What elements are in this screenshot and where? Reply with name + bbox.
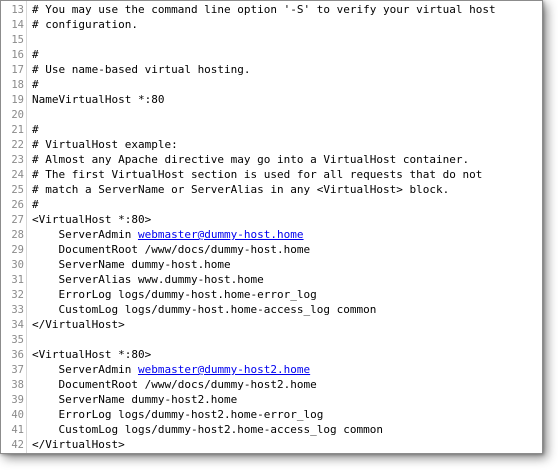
code-line[interactable]: 19 NameVirtualHost *:80	[1, 92, 542, 107]
line-number: 16	[11, 49, 24, 61]
line-number: 33	[11, 304, 24, 316]
line-number: 19	[11, 94, 24, 106]
code-line[interactable]: 16 #	[1, 47, 542, 62]
code-text: #	[32, 78, 39, 91]
code-line[interactable]: 42 </VirtualHost>	[1, 437, 542, 452]
code-line[interactable]: 35	[1, 332, 542, 347]
code-text: DocumentRoot /www/docs/dummy-host.home	[32, 243, 311, 256]
line-number: 38	[11, 379, 24, 391]
code-text: # The first VirtualHost section is used …	[32, 168, 483, 181]
code-line[interactable]: 13 # You may use the command line option …	[1, 2, 542, 17]
code-text: # VirtualHost example:	[32, 138, 178, 151]
code-text: # configuration.	[32, 18, 138, 31]
line-number: 22	[11, 139, 24, 151]
line-number: 23	[11, 154, 24, 166]
line-number: 13	[11, 4, 24, 16]
code-text: #	[32, 48, 39, 61]
line-number: 32	[11, 289, 24, 301]
code-text: #	[32, 123, 39, 136]
code-editor-window: 13 # You may use the command line option …	[0, 0, 543, 454]
code-line[interactable]: 38 DocumentRoot /www/docs/dummy-host2.ho…	[1, 377, 542, 392]
line-number: 21	[11, 124, 24, 136]
code-text: CustomLog logs/dummy-host2.home-access_l…	[32, 423, 383, 436]
code-line[interactable]: 22 # VirtualHost example:	[1, 137, 542, 152]
code-line[interactable]: 23 # Almost any Apache directive may go i…	[1, 152, 542, 167]
code-text: # Use name-based virtual hosting.	[32, 63, 251, 76]
line-number: 41	[11, 424, 24, 436]
line-number: 27	[11, 214, 24, 226]
code-text: ServerAdmin	[32, 228, 138, 241]
line-number: 24	[11, 169, 24, 181]
code-line[interactable]: 27 <VirtualHost *:80>	[1, 212, 542, 227]
line-number: 17	[11, 64, 24, 76]
line-number: 20	[11, 109, 24, 121]
line-number: 14	[11, 19, 24, 31]
code-text: DocumentRoot /www/docs/dummy-host2.home	[32, 378, 317, 391]
code-line[interactable]: 17 # Use name-based virtual hosting.	[1, 62, 542, 77]
code-text: ErrorLog logs/dummy-host2.home-error_log	[32, 408, 324, 421]
code-line[interactable]: 18 #	[1, 77, 542, 92]
code-line[interactable]: 24 # The first VirtualHost section is use…	[1, 167, 542, 182]
line-number: 39	[11, 394, 24, 406]
code-line[interactable]: 20	[1, 107, 542, 122]
code-line[interactable]: 14 # configuration.	[1, 17, 542, 32]
code-text: <VirtualHost *:80>	[32, 213, 152, 226]
code-line[interactable]: 41 CustomLog logs/dummy-host2.home-acces…	[1, 422, 542, 437]
line-number: 36	[11, 349, 24, 361]
line-number: 34	[11, 319, 24, 331]
code-line[interactable]: 40 ErrorLog logs/dummy-host2.home-error_…	[1, 407, 542, 422]
line-number: 40	[11, 409, 24, 421]
code-lines: 13 # You may use the command line option …	[1, 2, 542, 452]
line-number: 35	[11, 334, 24, 346]
code-line[interactable]: 36 <VirtualHost *:80>	[1, 347, 542, 362]
code-line[interactable]: 28 ServerAdmin webmaster@dummy-host.home	[1, 227, 542, 242]
code-line[interactable]: 30 ServerName dummy-host.home	[1, 257, 542, 272]
line-number: 30	[11, 259, 24, 271]
code-text: # You may use the command line option '-…	[32, 3, 496, 16]
code-line[interactable]: 33 CustomLog logs/dummy-host.home-access…	[1, 302, 542, 317]
code-line[interactable]: 21 #	[1, 122, 542, 137]
code-line[interactable]: 31 ServerAlias www.dummy-host.home	[1, 272, 542, 287]
code-text: </VirtualHost>	[32, 438, 125, 451]
code-line[interactable]: 34 </VirtualHost>	[1, 317, 542, 332]
code-text: ServerAlias www.dummy-host.home	[32, 273, 264, 286]
code-text: </VirtualHost>	[32, 318, 125, 331]
line-number: 28	[11, 229, 24, 241]
email-link[interactable]: webmaster@dummy-host2.home	[138, 363, 310, 376]
line-number: 29	[11, 244, 24, 256]
code-line[interactable]: 15	[1, 32, 542, 47]
code-line[interactable]: 32 ErrorLog logs/dummy-host.home-error_l…	[1, 287, 542, 302]
line-number: 25	[11, 184, 24, 196]
code-text: # match a ServerName or ServerAlias in a…	[32, 183, 450, 196]
code-line[interactable]: 29 DocumentRoot /www/docs/dummy-host.hom…	[1, 242, 542, 257]
code-text: ServerAdmin	[32, 363, 138, 376]
line-number: 18	[11, 79, 24, 91]
code-text: <VirtualHost *:80>	[32, 348, 152, 361]
code-line[interactable]: 39 ServerName dummy-host2.home	[1, 392, 542, 407]
code-text: ErrorLog logs/dummy-host.home-error_log	[32, 288, 317, 301]
line-number: 26	[11, 199, 24, 211]
code-line[interactable]: 25 # match a ServerName or ServerAlias in…	[1, 182, 542, 197]
line-number: 37	[11, 364, 24, 376]
email-link[interactable]: webmaster@dummy-host.home	[138, 228, 304, 241]
line-number: 31	[11, 274, 24, 286]
code-text: ServerName dummy-host.home	[32, 258, 231, 271]
code-line[interactable]: 37 ServerAdmin webmaster@dummy-host2.hom…	[1, 362, 542, 377]
code-line[interactable]: 26 #	[1, 197, 542, 212]
code-text: ServerName dummy-host2.home	[32, 393, 238, 406]
code-text: #	[32, 198, 39, 211]
code-text: NameVirtualHost *:80	[32, 93, 165, 106]
code-text: # Almost any Apache directive may go int…	[32, 153, 470, 166]
code-text: CustomLog logs/dummy-host.home-access_lo…	[32, 303, 377, 316]
line-number: 15	[11, 34, 24, 46]
line-number: 42	[11, 439, 24, 451]
